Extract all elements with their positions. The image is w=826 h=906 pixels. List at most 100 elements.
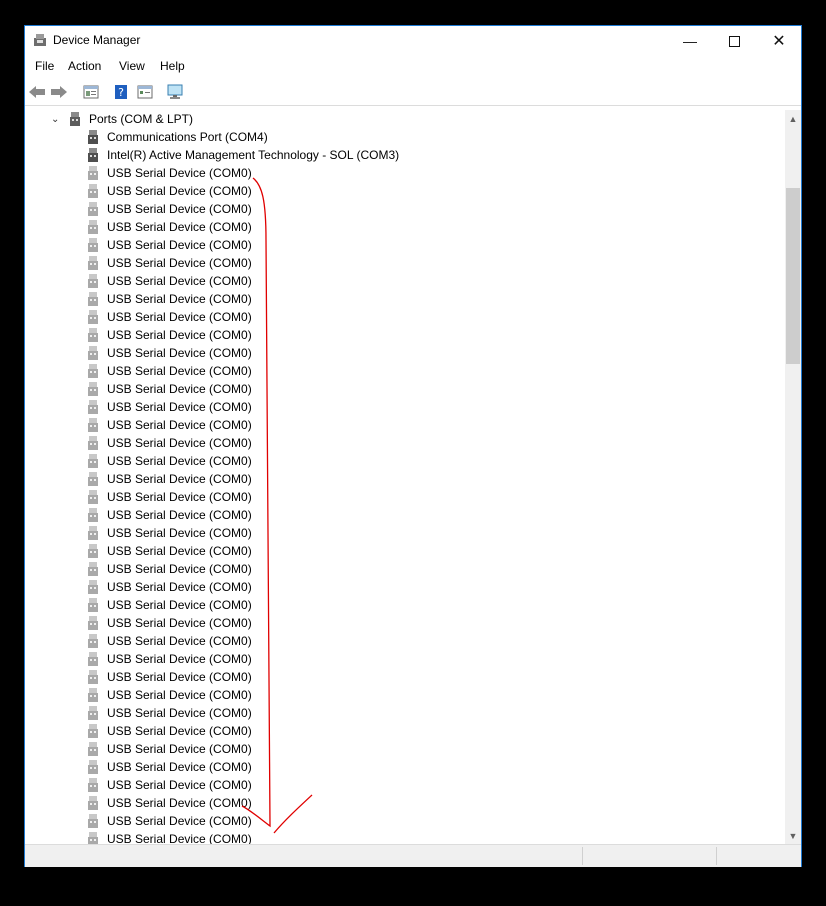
menu-view[interactable]: View	[119, 59, 145, 73]
chevron-down-icon[interactable]: ⌄	[51, 114, 61, 125]
tree-device-item[interactable]: USB Serial Device (COM0)	[87, 596, 252, 614]
status-bar	[25, 844, 801, 867]
tree-device-item[interactable]: USB Serial Device (COM0)	[87, 812, 252, 830]
tree-device-item[interactable]: USB Serial Device (COM0)	[87, 668, 252, 686]
tree-device-item[interactable]: USB Serial Device (COM0)	[87, 254, 252, 272]
close-button[interactable]: ✕	[756, 26, 802, 56]
tree-device-item[interactable]: USB Serial Device (COM0)	[87, 182, 252, 200]
port-icon	[88, 418, 98, 432]
maximize-button[interactable]	[711, 26, 757, 56]
show-hidden-button[interactable]	[135, 82, 155, 102]
title-bar[interactable]: Device Manager — ✕	[25, 26, 801, 56]
tree-device-item[interactable]: USB Serial Device (COM0)	[87, 794, 252, 812]
tree-device-item[interactable]: USB Serial Device (COM0)	[87, 308, 252, 326]
device-manager-window: Device Manager — ✕ File Action View Help…	[24, 25, 802, 867]
close-icon: ✕	[772, 33, 786, 50]
tree-device-item[interactable]: USB Serial Device (COM0)	[87, 740, 252, 758]
forward-button[interactable]	[49, 82, 69, 102]
tree-device-label: USB Serial Device (COM0)	[107, 436, 252, 450]
tree-device-item[interactable]: USB Serial Device (COM0)	[87, 650, 252, 668]
tree-device-item[interactable]: USB Serial Device (COM0)	[87, 380, 252, 398]
tree-device-label: USB Serial Device (COM0)	[107, 832, 252, 844]
tree-device-item[interactable]: USB Serial Device (COM0)	[87, 344, 252, 362]
menu-file[interactable]: File	[35, 59, 54, 73]
port-icon	[88, 670, 98, 684]
port-icon	[88, 652, 98, 666]
tree-category-label: Ports (COM & LPT)	[89, 112, 194, 126]
tree-device-label: USB Serial Device (COM0)	[107, 580, 252, 594]
tree-device-item[interactable]: USB Serial Device (COM0)	[87, 236, 252, 254]
tree-device-label: USB Serial Device (COM0)	[107, 652, 252, 666]
tree-device-item[interactable]: USB Serial Device (COM0)	[87, 614, 252, 632]
port-icon	[88, 274, 98, 288]
tree-device-item[interactable]: Intel(R) Active Management Technology - …	[87, 146, 399, 164]
menu-action[interactable]: Action	[68, 59, 101, 73]
tree-device-label: USB Serial Device (COM0)	[107, 526, 252, 540]
tree-device-item[interactable]: USB Serial Device (COM0)	[87, 776, 252, 794]
tree-device-item[interactable]: USB Serial Device (COM0)	[87, 416, 252, 434]
scan-hardware-button[interactable]	[165, 82, 185, 102]
properties-button[interactable]	[81, 82, 101, 102]
tree-device-item[interactable]: USB Serial Device (COM0)	[87, 686, 252, 704]
port-icon	[88, 634, 98, 648]
help-button[interactable]: ?	[111, 82, 131, 102]
tree-device-item[interactable]: USB Serial Device (COM0)	[87, 290, 252, 308]
port-icon	[88, 490, 98, 504]
tree-device-label: USB Serial Device (COM0)	[107, 166, 252, 180]
tree-device-item[interactable]: USB Serial Device (COM0)	[87, 488, 252, 506]
tree-device-item[interactable]: USB Serial Device (COM0)	[87, 542, 252, 560]
tree-device-label: USB Serial Device (COM0)	[107, 688, 252, 702]
scroll-up-button[interactable]: ▲	[785, 110, 801, 127]
port-icon	[88, 796, 98, 810]
tree-device-item[interactable]: USB Serial Device (COM0)	[87, 578, 252, 596]
port-icon	[88, 814, 98, 828]
tree-device-item[interactable]: USB Serial Device (COM0)	[87, 722, 252, 740]
monitor-icon	[167, 84, 183, 99]
vertical-scrollbar[interactable]: ▲ ▼	[785, 110, 801, 844]
tree-device-item[interactable]: USB Serial Device (COM0)	[87, 452, 252, 470]
back-button[interactable]	[27, 82, 47, 102]
port-icon	[88, 742, 98, 756]
port-icon	[88, 580, 98, 594]
tree-device-item[interactable]: USB Serial Device (COM0)	[87, 506, 252, 524]
tree-device-item[interactable]: USB Serial Device (COM0)	[87, 830, 252, 844]
tree-device-label: USB Serial Device (COM0)	[107, 454, 252, 468]
properties-icon	[83, 85, 99, 99]
tree-category-ports[interactable]: ⌄ Ports (COM & LPT)	[51, 110, 193, 128]
status-divider	[582, 847, 583, 865]
port-icon	[88, 292, 98, 306]
tree-device-item[interactable]: USB Serial Device (COM0)	[87, 398, 252, 416]
menu-help[interactable]: Help	[160, 59, 185, 73]
tree-device-label: USB Serial Device (COM0)	[107, 292, 252, 306]
tree-device-item[interactable]: USB Serial Device (COM0)	[87, 470, 252, 488]
tree-device-item[interactable]: USB Serial Device (COM0)	[87, 704, 252, 722]
forward-arrow-icon	[51, 86, 67, 98]
scroll-down-button[interactable]: ▼	[785, 827, 801, 844]
tree-device-label: USB Serial Device (COM0)	[107, 346, 252, 360]
tree-device-item[interactable]: USB Serial Device (COM0)	[87, 326, 252, 344]
port-icon	[88, 508, 98, 522]
port-icon	[88, 400, 98, 414]
tree-device-item[interactable]: USB Serial Device (COM0)	[87, 362, 252, 380]
minimize-button[interactable]: —	[667, 26, 713, 56]
port-icon	[88, 598, 98, 612]
tree-device-item[interactable]: USB Serial Device (COM0)	[87, 560, 252, 578]
tree-device-item[interactable]: USB Serial Device (COM0)	[87, 272, 252, 290]
tree-device-item[interactable]: USB Serial Device (COM0)	[87, 434, 252, 452]
port-icon	[88, 166, 98, 180]
port-icon	[88, 382, 98, 396]
tree-device-item[interactable]: USB Serial Device (COM0)	[87, 524, 252, 542]
status-divider	[716, 847, 717, 865]
tree-device-item[interactable]: USB Serial Device (COM0)	[87, 632, 252, 650]
port-icon	[88, 256, 98, 270]
help-icon: ?	[115, 85, 127, 99]
tree-device-item[interactable]: USB Serial Device (COM0)	[87, 164, 252, 182]
scroll-thumb[interactable]	[786, 188, 800, 364]
tree-device-item[interactable]: USB Serial Device (COM0)	[87, 200, 252, 218]
window-title: Device Manager	[53, 33, 141, 47]
tree-device-item[interactable]: USB Serial Device (COM0)	[87, 758, 252, 776]
tree-device-item[interactable]: Communications Port (COM4)	[87, 128, 268, 146]
tree-device-label: USB Serial Device (COM0)	[107, 616, 252, 630]
tree-device-label: USB Serial Device (COM0)	[107, 598, 252, 612]
tree-device-item[interactable]: USB Serial Device (COM0)	[87, 218, 252, 236]
